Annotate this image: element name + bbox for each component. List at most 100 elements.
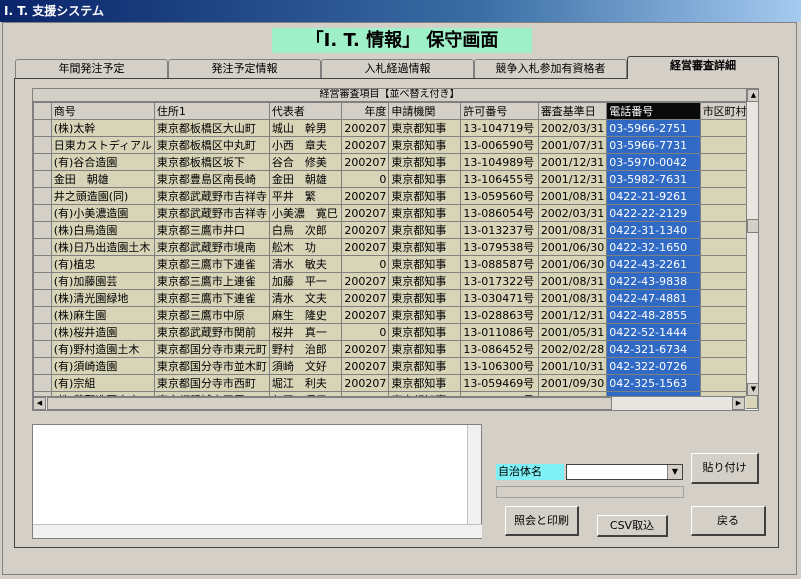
cell-license[interactable]: 13-028863号 <box>460 306 539 324</box>
cell-agency[interactable]: 東京都知事 <box>388 340 462 358</box>
table-row[interactable]: (株)清光園緑地 東京都三鷹市下連雀 清水 文夫 200207 東京都知事 13-0304… <box>33 289 758 307</box>
cell-phone[interactable]: 0422-52-1444 <box>606 323 701 341</box>
cell-review-date[interactable]: 2001/08/31 <box>537 187 608 205</box>
cell-agency[interactable]: 東京都知事 <box>388 357 462 375</box>
cell-license[interactable]: 13-059560号 <box>460 187 539 205</box>
cell-license[interactable]: 13-106455号 <box>460 170 539 188</box>
cell-name[interactable]: (有)須崎造園 <box>50 357 155 375</box>
cell-license[interactable]: 13-088587号 <box>460 255 539 273</box>
vertical-scroll-thumb[interactable] <box>747 219 758 233</box>
cell-phone[interactable]: 0422-32-1650 <box>606 238 701 256</box>
col-header-agency[interactable]: 申請機関 <box>388 102 462 120</box>
cell-year[interactable]: 200207 <box>341 374 390 392</box>
cell-review-date[interactable]: 2001/05/31 <box>537 323 608 341</box>
cell-address[interactable]: 東京都板橋区大山町 <box>153 119 270 137</box>
cell-license[interactable]: 13-106300号 <box>460 357 539 375</box>
table-row[interactable]: (有)谷合造園 東京都板橋区坂下 谷合 修美 200207 東京都知事 13-104989… <box>33 153 758 171</box>
cell-license[interactable]: 13-086452号 <box>460 340 539 358</box>
cell-name[interactable]: (株)白鳥造園 <box>50 221 155 239</box>
cell-name[interactable]: (有)宗組 <box>50 374 155 392</box>
cell-representative[interactable]: 野村 治郎 <box>268 340 343 358</box>
cell-phone[interactable]: 042-325-1563 <box>606 374 701 392</box>
cell-representative[interactable]: 堀江 利夫 <box>268 374 343 392</box>
col-header-phone[interactable]: 電話番号 <box>606 102 701 120</box>
cell-review-date[interactable]: 2001/07/31 <box>537 136 608 154</box>
cell-year[interactable]: 200207 <box>341 238 390 256</box>
cell-name[interactable]: (株)太幹 <box>50 119 155 137</box>
cell-address[interactable]: 東京都三鷹市井口 <box>153 221 270 239</box>
cell-representative[interactable]: 城山 幹男 <box>268 119 343 137</box>
cell-agency[interactable]: 東京都知事 <box>388 238 462 256</box>
cell-review-date[interactable]: 2001/08/31 <box>537 221 608 239</box>
col-header-address[interactable]: 住所1 <box>153 102 270 120</box>
memo-textarea[interactable] <box>32 424 482 539</box>
cell-agency[interactable]: 東京都知事 <box>388 289 462 307</box>
cell-review-date[interactable]: 2001/06/30 <box>537 255 608 273</box>
cell-year[interactable]: 200207 <box>341 357 390 375</box>
cell-name[interactable]: 金田 朝雄 <box>50 170 155 188</box>
cell-phone[interactable]: 0422-48-2855 <box>606 306 701 324</box>
table-row[interactable]: (有)須崎造園 東京都国分寺市並木町 須崎 文好 200207 東京都知事 13-1063… <box>33 357 758 375</box>
cell-representative[interactable]: 小美濃 寛巳 <box>268 204 343 222</box>
cell-name[interactable]: (株)清光園緑地 <box>50 289 155 307</box>
cell-representative[interactable]: 桜井 真一 <box>268 323 343 341</box>
col-header-name[interactable]: 商号 <box>50 102 155 120</box>
scroll-left-icon[interactable]: ◀ <box>33 397 46 410</box>
cell-address[interactable]: 東京都国分寺市東元町 <box>153 340 270 358</box>
cell-phone[interactable]: 042-321-6734 <box>606 340 701 358</box>
cell-license[interactable]: 13-059469号 <box>460 374 539 392</box>
cell-representative[interactable]: 清水 文夫 <box>268 289 343 307</box>
cell-address[interactable]: 東京都豊島区南長崎 <box>153 170 270 188</box>
cell-address[interactable]: 東京都板橋区坂下 <box>153 153 270 171</box>
table-row[interactable]: (有)加藤園芸 東京都三鷹市上連雀 加藤 平一 200207 東京都知事 13-01732… <box>33 272 758 290</box>
table-row[interactable]: (株)日乃出造園土木 東京都武蔵野市境南 舩木 功 200207 東京都知事 13-079… <box>33 238 758 256</box>
cell-phone[interactable]: 03-5982-7631 <box>606 170 701 188</box>
grid-vertical-scrollbar[interactable]: ▲ ▼ <box>746 89 758 396</box>
cell-license[interactable]: 13-104719号 <box>460 119 539 137</box>
cell-year[interactable]: 200207 <box>341 272 390 290</box>
memo-horizontal-scrollbar[interactable] <box>33 524 482 538</box>
cell-phone[interactable]: 0422-43-2261 <box>606 255 701 273</box>
cell-address[interactable]: 東京都武蔵野市境南 <box>153 238 270 256</box>
cell-address[interactable]: 東京都三鷹市下連雀 <box>153 255 270 273</box>
cell-name[interactable]: (有)加藤園芸 <box>50 272 155 290</box>
cell-address[interactable]: 東京都国分寺市並木町 <box>153 357 270 375</box>
cell-year[interactable]: 200207 <box>341 187 390 205</box>
cell-year[interactable]: 200207 <box>341 153 390 171</box>
cell-representative[interactable]: 小西 章夫 <box>268 136 343 154</box>
cell-address[interactable]: 東京都板橋区中丸町 <box>153 136 270 154</box>
cell-name[interactable]: (株)桜井造園 <box>50 323 155 341</box>
back-button[interactable]: 戻る <box>691 506 766 536</box>
table-row[interactable]: (株)白鳥造園 東京都三鷹市井口 白鳥 次郎 200207 東京都知事 13-013237… <box>33 221 758 239</box>
cell-agency[interactable]: 東京都知事 <box>388 374 462 392</box>
cell-agency[interactable]: 東京都知事 <box>388 204 462 222</box>
tab-management-review-details[interactable]: 経営審査詳細 <box>627 56 779 79</box>
cell-review-date[interactable]: 2001/10/31 <box>537 357 608 375</box>
cell-review-date[interactable]: 2002/02/28 <box>537 340 608 358</box>
table-row[interactable]: (有)小美濃造園 東京都武蔵野市吉祥寺 小美濃 寛巳 200207 東京都知事 13-08… <box>33 204 758 222</box>
cell-review-date[interactable]: 2001/12/31 <box>537 153 608 171</box>
cell-review-date[interactable]: 2001/08/31 <box>537 272 608 290</box>
cell-review-date[interactable]: 2001/09/30 <box>537 374 608 392</box>
cell-address[interactable]: 東京都三鷹市下連雀 <box>153 289 270 307</box>
cell-name[interactable]: (有)植忠 <box>50 255 155 273</box>
cell-representative[interactable]: 平井 繁 <box>268 187 343 205</box>
cell-license[interactable]: 13-013237号 <box>460 221 539 239</box>
grid-horizontal-scrollbar[interactable]: ◀ ▶ <box>33 396 746 410</box>
cell-address[interactable]: 東京都三鷹市中原 <box>153 306 270 324</box>
cell-name[interactable]: (株)麻生園 <box>50 306 155 324</box>
cell-phone[interactable]: 042-322-0726 <box>606 357 701 375</box>
cell-license[interactable]: 13-104989号 <box>460 153 539 171</box>
cell-license[interactable]: 13-011086号 <box>460 323 539 341</box>
cell-address[interactable]: 東京都三鷹市上連雀 <box>153 272 270 290</box>
cell-agency[interactable]: 東京都知事 <box>388 221 462 239</box>
cell-agency[interactable]: 東京都知事 <box>388 153 462 171</box>
cell-agency[interactable]: 東京都知事 <box>388 170 462 188</box>
cell-name[interactable]: 井之頭造園(同) <box>50 187 155 205</box>
cell-phone[interactable]: 0422-31-1340 <box>606 221 701 239</box>
cell-year[interactable]: 200207 <box>341 136 390 154</box>
cell-year[interactable]: 0 <box>341 255 390 273</box>
cell-year[interactable]: 200207 <box>341 289 390 307</box>
tab-qualified-bidders[interactable]: 競争入札参加有資格者 <box>474 59 627 78</box>
cell-review-date[interactable]: 2002/03/31 <box>537 204 608 222</box>
